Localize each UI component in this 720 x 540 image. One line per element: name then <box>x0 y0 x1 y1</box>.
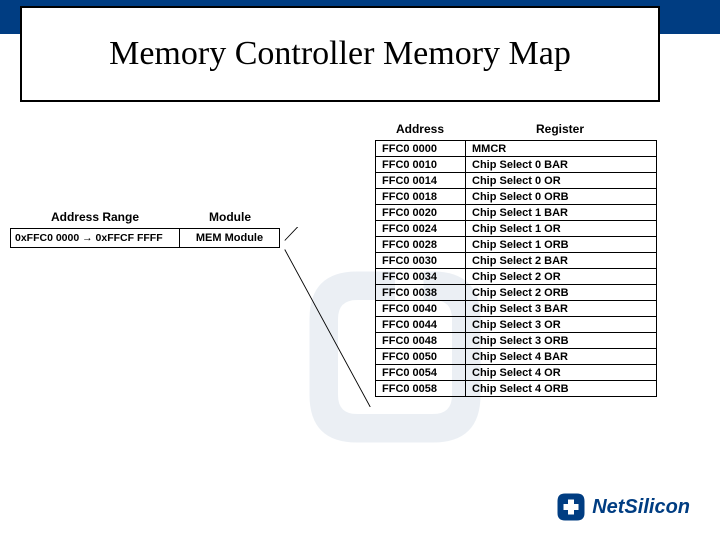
table-row: FFC0 0030Chip Select 2 BAR <box>376 253 656 269</box>
cell-address: FFC0 0034 <box>376 269 466 285</box>
table-row: FFC0 0000MMCR <box>376 141 656 157</box>
cell-address: FFC0 0040 <box>376 301 466 317</box>
cell-address: FFC0 0020 <box>376 205 466 221</box>
cell-register: Chip Select 0 BAR <box>466 157 656 173</box>
left-header-row: Address Range Module <box>10 210 280 224</box>
table-row: FFC0 0028Chip Select 1 ORB <box>376 237 656 253</box>
cell-address: FFC0 0058 <box>376 381 466 396</box>
logo-text: NetSilicon <box>592 496 690 519</box>
cell-register: Chip Select 0 ORB <box>466 189 656 205</box>
table-row: FFC0 0058Chip Select 4 ORB <box>376 381 656 396</box>
cell-address: FFC0 0038 <box>376 285 466 301</box>
table-row: FFC0 0054Chip Select 4 OR <box>376 365 656 381</box>
register-table: Address Register FFC0 0000MMCRFFC0 0010C… <box>375 122 657 397</box>
table-row: FFC0 0010Chip Select 0 BAR <box>376 157 656 173</box>
cell-address: FFC0 0044 <box>376 317 466 333</box>
table-row: FFC0 0014Chip Select 0 OR <box>376 173 656 189</box>
table-row: FFC0 0048Chip Select 3 ORB <box>376 333 656 349</box>
cell-register: Chip Select 2 BAR <box>466 253 656 269</box>
cell-register: Chip Select 1 BAR <box>466 205 656 221</box>
table-row: FFC0 0024Chip Select 1 OR <box>376 221 656 237</box>
cell-address: FFC0 0014 <box>376 173 466 189</box>
logo-icon <box>556 492 586 522</box>
cell-address: FFC0 0018 <box>376 189 466 205</box>
table-row: FFC0 0018Chip Select 0 ORB <box>376 189 656 205</box>
cell-address: FFC0 0030 <box>376 253 466 269</box>
cell-address: FFC0 0028 <box>376 237 466 253</box>
cell-address-range: 0xFFC0 0000 → 0xFFCF FFFF <box>10 228 180 248</box>
cell-address: FFC0 0000 <box>376 141 466 157</box>
header-address-range: Address Range <box>10 210 180 224</box>
cell-address: FFC0 0050 <box>376 349 466 365</box>
header-register: Register <box>465 122 655 136</box>
connector-lines <box>280 227 375 407</box>
cell-register: Chip Select 3 OR <box>466 317 656 333</box>
right-header-row: Address Register <box>375 122 657 136</box>
cell-module: MEM Module <box>180 228 280 248</box>
table-row: FFC0 0050Chip Select 4 BAR <box>376 349 656 365</box>
cell-register: Chip Select 1 ORB <box>466 237 656 253</box>
slide-title: Memory Controller Memory Map <box>20 6 660 102</box>
content-area: Address Range Module 0xFFC0 0000 → 0xFFC… <box>0 122 720 502</box>
cell-register: Chip Select 4 ORB <box>466 381 656 396</box>
cell-register: Chip Select 2 OR <box>466 269 656 285</box>
cell-register: Chip Select 2 ORB <box>466 285 656 301</box>
header-address: Address <box>375 122 465 136</box>
table-row: FFC0 0044Chip Select 3 OR <box>376 317 656 333</box>
table-row: FFC0 0038Chip Select 2 ORB <box>376 285 656 301</box>
cell-address: FFC0 0024 <box>376 221 466 237</box>
cell-register: Chip Select 3 ORB <box>466 333 656 349</box>
address-range-table: Address Range Module 0xFFC0 0000 → 0xFFC… <box>10 210 280 248</box>
table-row: 0xFFC0 0000 → 0xFFCF FFFFMEM Module <box>10 228 280 248</box>
cell-register: Chip Select 4 OR <box>466 365 656 381</box>
cell-address: FFC0 0010 <box>376 157 466 173</box>
table-row: FFC0 0020Chip Select 1 BAR <box>376 205 656 221</box>
brand-logo: NetSilicon <box>556 492 690 522</box>
title-text: Memory Controller Memory Map <box>109 35 571 73</box>
cell-register: MMCR <box>466 141 656 157</box>
table-row: FFC0 0040Chip Select 3 BAR <box>376 301 656 317</box>
cell-address: FFC0 0048 <box>376 333 466 349</box>
cell-register: Chip Select 3 BAR <box>466 301 656 317</box>
cell-register: Chip Select 4 BAR <box>466 349 656 365</box>
cell-register: Chip Select 1 OR <box>466 221 656 237</box>
table-row: FFC0 0034Chip Select 2 OR <box>376 269 656 285</box>
cell-register: Chip Select 0 OR <box>466 173 656 189</box>
cell-address: FFC0 0054 <box>376 365 466 381</box>
header-module: Module <box>180 210 280 224</box>
